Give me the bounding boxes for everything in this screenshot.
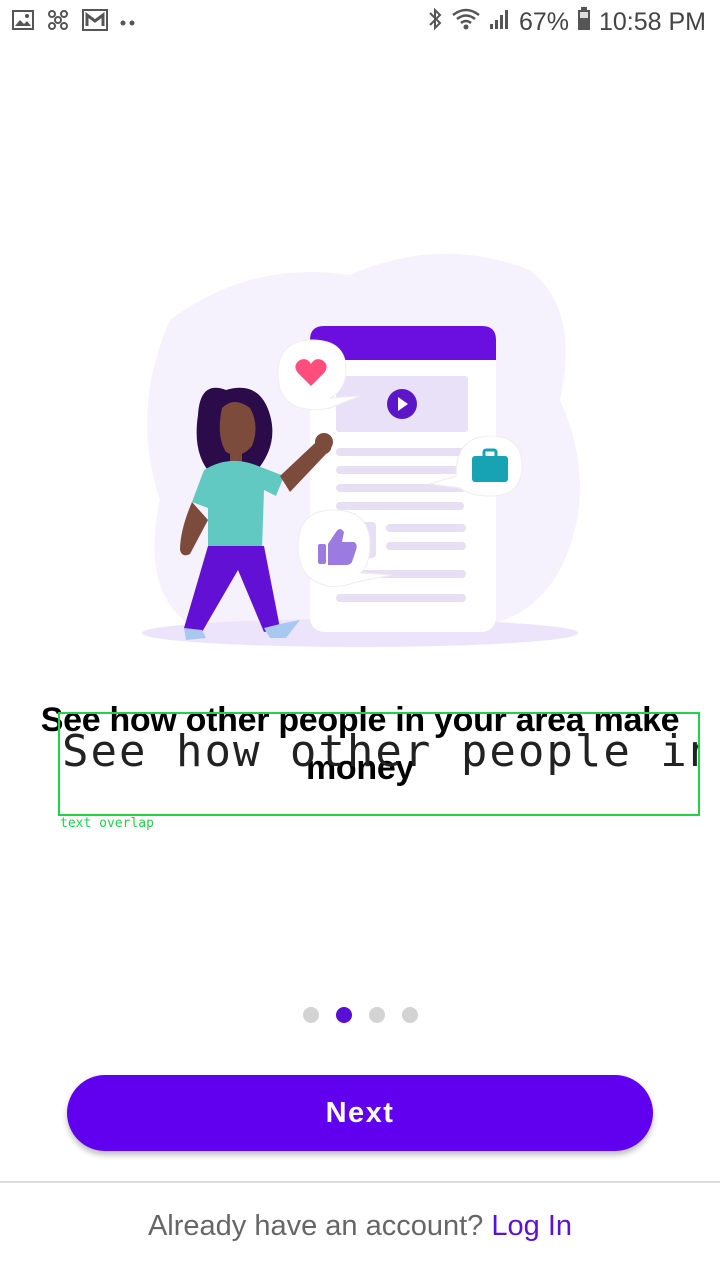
text-overlap-overlay: See how other people in yo	[58, 712, 700, 816]
overlay-label: text overlap	[60, 816, 154, 831]
status-bar: 67% 10:58 PM	[0, 0, 720, 44]
page-dot-2-active[interactable]	[335, 1007, 352, 1023]
more-dots-icon	[120, 14, 136, 32]
page-indicator	[0, 1007, 720, 1023]
overlay-text: See how other people in yo	[62, 726, 698, 777]
divider	[0, 1181, 720, 1183]
wifi-icon	[451, 7, 481, 38]
gmail-icon	[82, 9, 108, 36]
pinwheel-icon	[46, 8, 70, 37]
clock: 10:58 PM	[598, 8, 706, 36]
signal-icon	[489, 8, 511, 37]
login-prompt: Already have an account? Log In	[0, 1210, 720, 1243]
page-dot-4[interactable]	[401, 1007, 418, 1023]
battery-percent: 67%	[518, 8, 569, 36]
status-left-icons	[12, 8, 136, 37]
battery-icon	[577, 7, 591, 38]
login-link[interactable]: Log In	[491, 1210, 572, 1242]
status-right-icons: 67% 10:58 PM	[427, 6, 706, 39]
page-dot-1[interactable]	[302, 1007, 319, 1023]
bluetooth-icon	[427, 6, 443, 39]
page-dot-3[interactable]	[368, 1007, 385, 1023]
gallery-icon	[12, 10, 34, 35]
onboarding-illustration	[130, 240, 590, 670]
login-prompt-text: Already have an account?	[147, 1210, 484, 1242]
next-button[interactable]: Next	[67, 1075, 653, 1151]
next-button-label: Next	[325, 1096, 395, 1129]
